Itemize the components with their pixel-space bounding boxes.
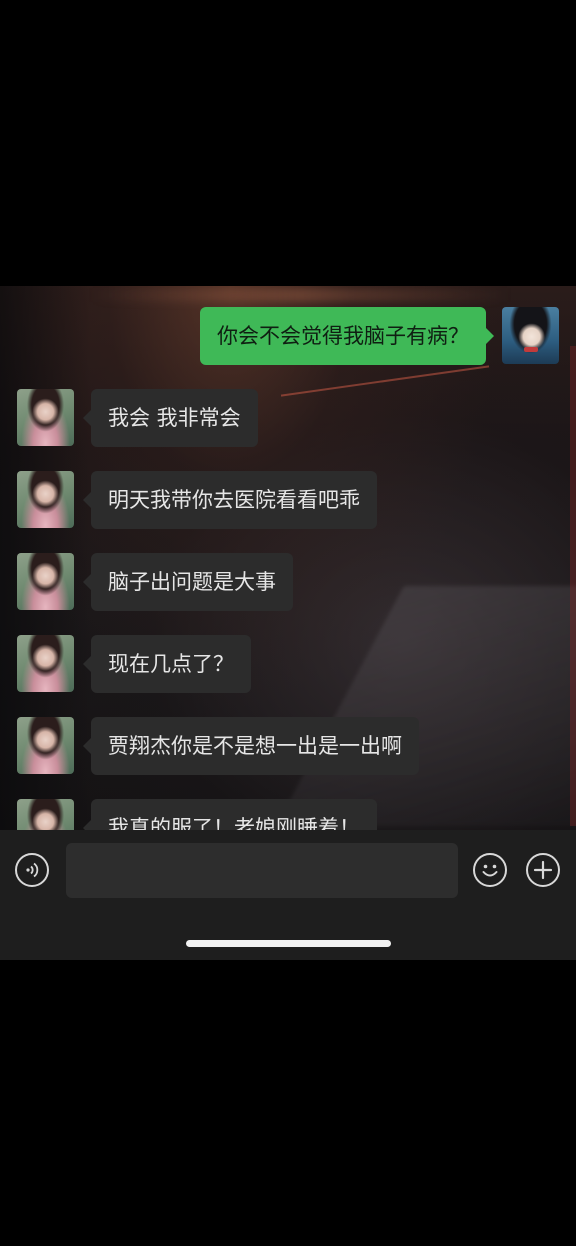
emoji-icon — [482, 864, 498, 877]
message-text: 现在几点了？ — [108, 652, 234, 676]
voice-icon — [26, 862, 39, 878]
message-bubble-incoming[interactable]: 明天我带你去医院看看吧乖 — [83, 471, 377, 529]
emoji-button[interactable] — [473, 853, 507, 887]
background-edge — [570, 346, 576, 826]
message-input[interactable] — [66, 843, 458, 898]
contact-avatar[interactable] — [17, 389, 74, 446]
message-bubble-incoming[interactable]: 我真的服了！老娘刚睡着！ — [83, 799, 377, 830]
message-text: 贾翔杰你是不是想一出是一出啊 — [108, 734, 402, 758]
contact-avatar[interactable] — [17, 471, 74, 528]
message-text: 我真的服了！老娘刚睡着！ — [108, 816, 360, 830]
contact-avatar[interactable] — [17, 553, 74, 610]
message-text: 明天我带你去医院看看吧乖 — [108, 488, 360, 512]
plus-button[interactable] — [526, 853, 560, 887]
message-text: 你会不会觉得我脑子有病？ — [217, 324, 469, 348]
message-bubble-incoming[interactable]: 贾翔杰你是不是想一出是一出啊 — [83, 717, 419, 775]
contact-avatar[interactable] — [17, 799, 74, 830]
chat-area[interactable]: 你会不会觉得我脑子有病？ 我会 我非常会 明天我带你去医院看看吧乖 脑子出问题是… — [0, 286, 576, 830]
background-light-streak — [280, 365, 490, 397]
voice-button[interactable] — [15, 853, 49, 887]
contact-avatar[interactable] — [17, 717, 74, 774]
my-avatar[interactable] — [502, 307, 559, 364]
message-text: 脑子出问题是大事 — [108, 570, 276, 594]
message-bubble-incoming[interactable]: 我会 我非常会 — [83, 389, 258, 447]
message-bubble-incoming[interactable]: 现在几点了？ — [83, 635, 251, 693]
message-text: 我会 我非常会 — [108, 406, 241, 430]
message-bubble-incoming[interactable]: 脑子出问题是大事 — [83, 553, 293, 611]
background-horizon — [90, 288, 510, 302]
contact-avatar[interactable] — [17, 635, 74, 692]
plus-icon — [533, 860, 553, 880]
background-airplane-wing — [276, 586, 576, 826]
input-bar — [0, 830, 576, 960]
message-bubble-outgoing[interactable]: 你会不会觉得我脑子有病？ — [200, 307, 494, 365]
home-indicator[interactable] — [186, 940, 391, 947]
